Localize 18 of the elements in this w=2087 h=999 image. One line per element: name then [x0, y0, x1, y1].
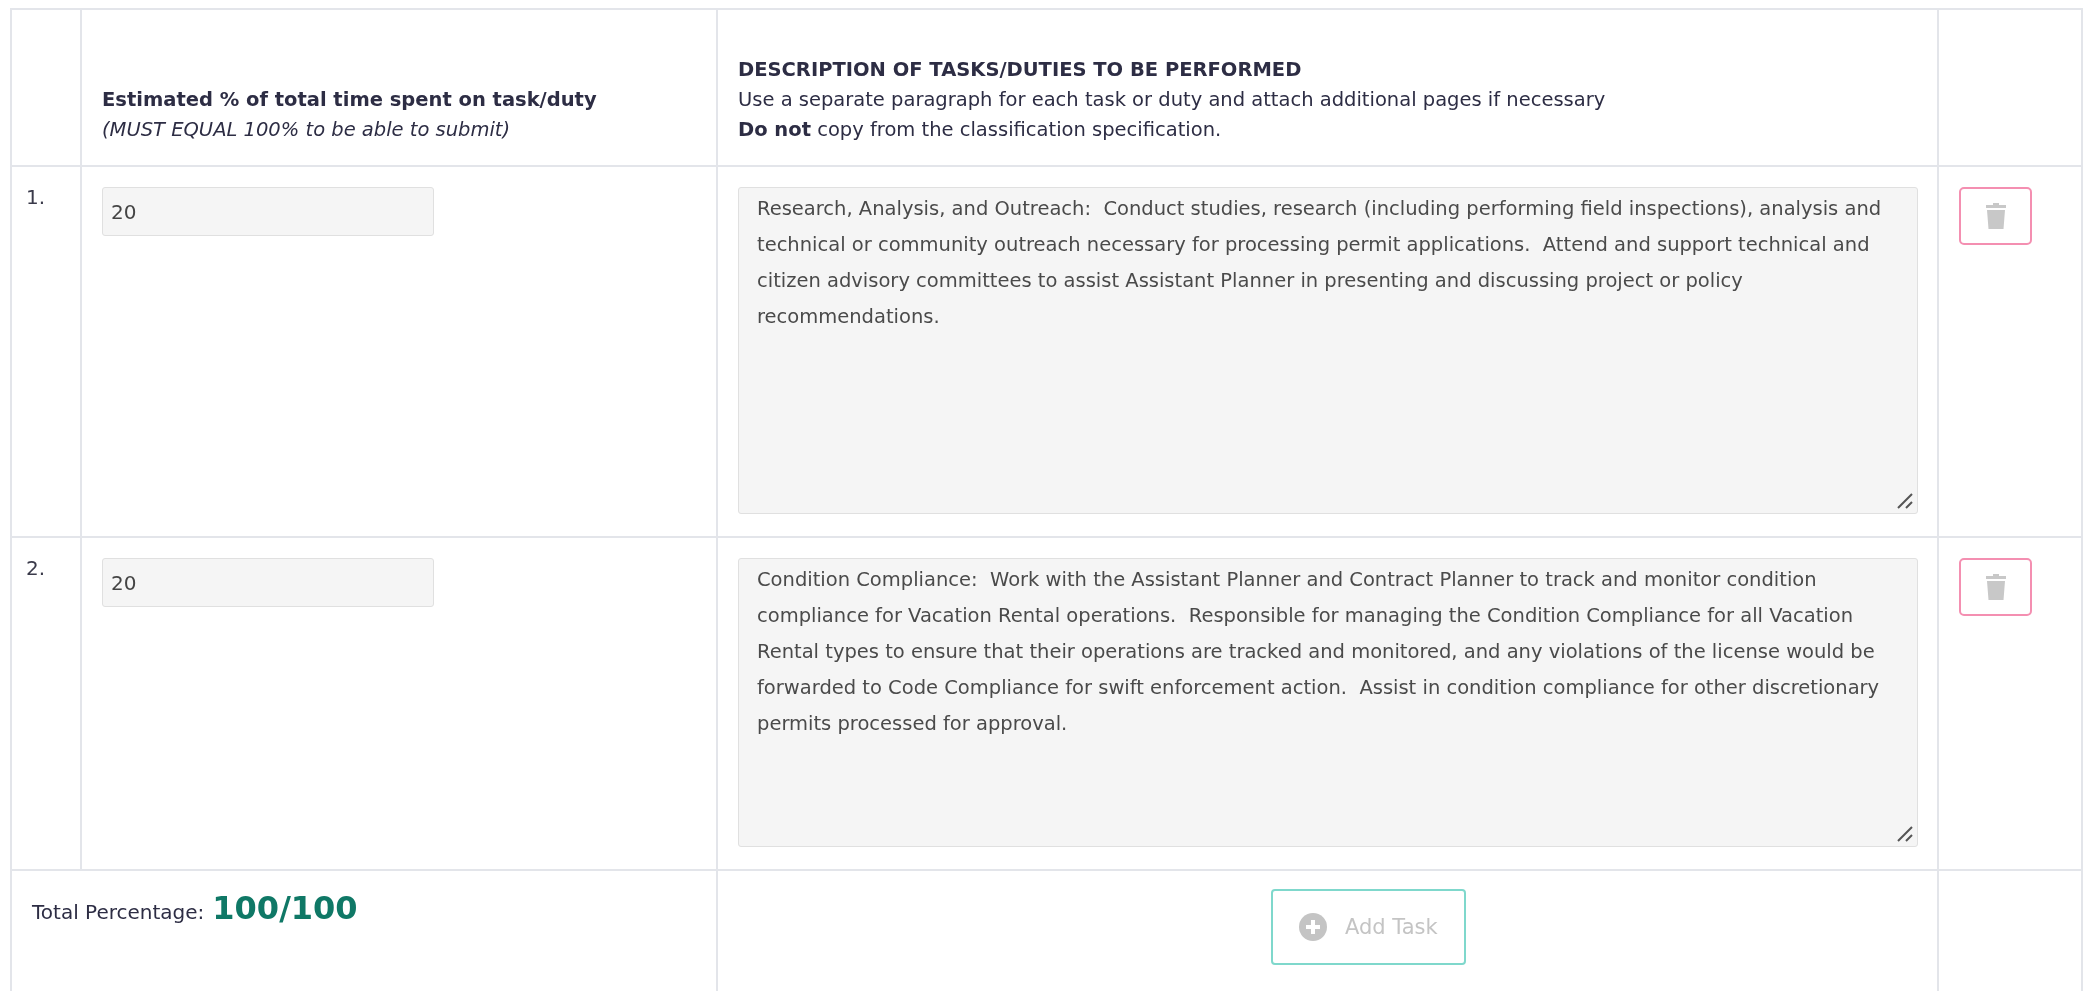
resize-grip-icon[interactable] — [1896, 492, 1914, 510]
total-label: Total Percentage: — [32, 900, 205, 924]
total-value: 100/100 — [212, 889, 358, 927]
description-field[interactable]: Research, Analysis, and Outreach: Conduct studies, research (including performing field inspections), analysis and technical or community outreach necessary for processing permit applications. Attend and support technical and citizen advisory committees to assist Assistant Planner in presenting and discussing project or policy recommendations. — [738, 187, 1918, 514]
trash-icon — [1984, 574, 2007, 600]
column-title: DESCRIPTION OF TASKS/DUTIES TO BE PERFORMED — [738, 57, 1303, 83]
column-note: (MUST EQUAL 100% to be able to submit) — [102, 117, 512, 143]
column-note: Use a separate paragraph for each task or duty and attach additional pages if necessary — [738, 87, 1607, 113]
resize-grip-icon[interactable] — [1896, 825, 1914, 843]
description-field[interactable]: Condition Compliance: Work with the Assistant Planner and Contract Planner to track and monitor condition compliance for Vacation Rental operations. Responsible for managing the Condition Compliance for all Vacation Rental types to ensure that their operations are tracked and monitored, and any violations of the license would be forwarded to Code Compliance for swift enforcement action. Assist in condition compliance for other discretionary permits processed for approval. — [738, 558, 1918, 847]
column-warning: Do not copy from the classification specification. — [738, 117, 1223, 143]
percent-field[interactable]: 20 — [102, 187, 434, 236]
row-number: 2. — [12, 538, 82, 869]
trash-icon — [1984, 203, 2007, 229]
column-title: Estimated % of total time spent on task/duty — [102, 87, 598, 113]
percent-field[interactable]: 20 — [102, 558, 434, 607]
row-number: 1. — [12, 167, 82, 536]
plus-circle-icon — [1299, 913, 1327, 941]
